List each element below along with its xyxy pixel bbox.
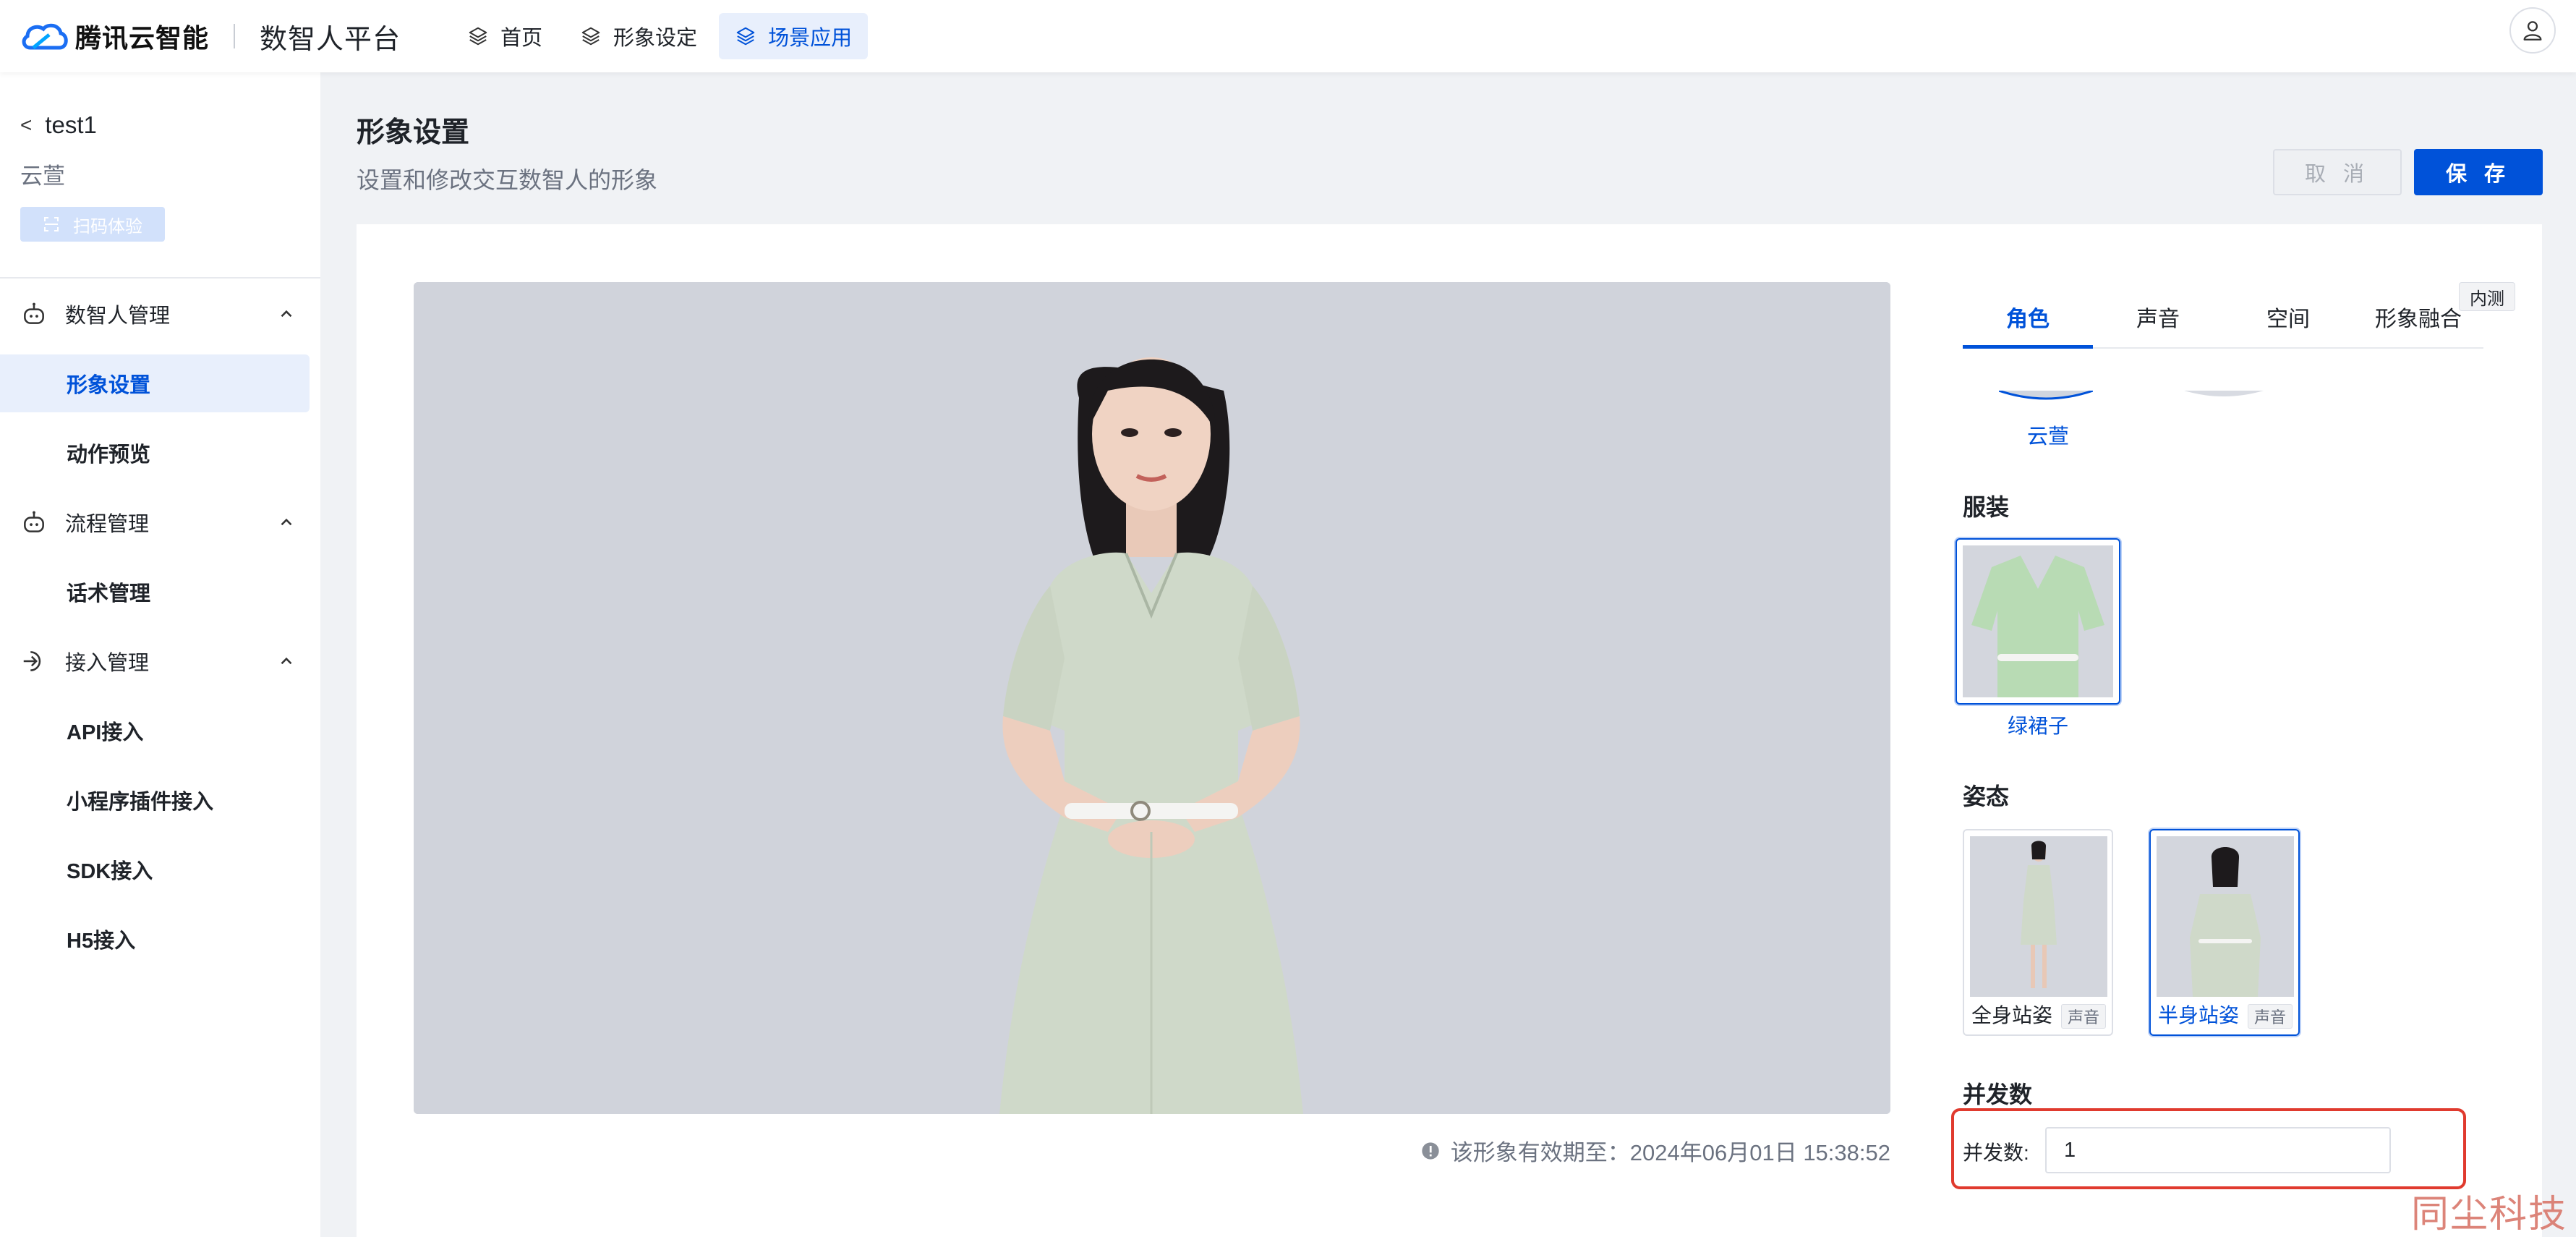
platform-name: 数智人平台 [260,24,401,55]
top-bar: 腾讯云智能 数智人平台 首页 形象设定 场景应用 [0,0,2576,72]
chevron-left-icon: < [20,114,33,136]
validity-notice: 该形象有效期至：2024年06月01日 15:38:52 [1396,1134,1890,1167]
voice-tag: 声音 [2247,1004,2293,1029]
back-to-project-link[interactable]: < test1 [20,111,97,139]
pose-option-full-body[interactable]: 全身站姿 声音 [1963,829,2113,1036]
sidebar-item-script-management[interactable]: 话术管理 [0,563,310,621]
project-name: test1 [45,111,97,138]
chevron-up-icon [281,310,292,318]
brand-name: 腾讯云智能 [75,23,210,53]
pose-option-half-body[interactable]: 半身站姿 声音 [2149,829,2300,1036]
user-avatar-button[interactable] [2509,7,2556,54]
role-list: 云萱 [1963,391,2483,449]
avatar-name: 云萱 [20,163,65,189]
watermark: 同尘科技 [2411,1193,2568,1236]
sidebar-divider [0,277,320,279]
menu-group-access-management[interactable]: 接入管理 [0,639,320,683]
concurrency-section-title: 并发数 [1963,1081,2033,1108]
nav-home[interactable]: 首页 [451,13,558,59]
sidebar-item-api-access[interactable]: API接入 [0,702,310,760]
voice-tag: 声音 [2060,1004,2106,1029]
page-title: 形象设置 [357,117,470,148]
digital-human-figure [414,282,1890,1114]
tencent-cloud-logo-icon [22,23,68,50]
active-tab-indicator [1963,345,2093,349]
scan-qr-button[interactable]: 扫码体验 [20,207,165,242]
half-body-pose-image [2157,836,2294,997]
green-dress-image [1963,545,2113,697]
nav-home-label: 首页 [500,27,543,50]
menu-group-label: 流程管理 [65,513,150,536]
sidebar-item-avatar-settings[interactable]: 形象设置 [0,354,310,412]
menu-group-avatar-management[interactable]: 数智人管理 [0,292,320,336]
top-nav: 首页 形象设定 场景应用 [451,0,874,72]
brand[interactable]: 腾讯云智能 数智人平台 [20,0,401,72]
full-body-pose-image [1970,836,2107,997]
validity-text: 该形象有效期至：2024年06月01日 15:38:52 [1450,1140,1890,1165]
settings-tabs: 角色 声音 空间 形象融合 [1963,282,2483,349]
tab-role[interactable]: 角色 [1963,301,2093,333]
role-thumbnail-edge[interactable] [2177,391,2271,401]
tab-space[interactable]: 空间 [2223,301,2353,333]
sidebar: < test1 云萱 扫码体验 数智人管理 形象设置 动作预览 流程管理 话术管… [0,72,320,1237]
role-name-selected[interactable]: 云萱 [1976,420,2120,449]
info-icon [1422,1142,1439,1160]
nav-scene-apps-label: 场景应用 [768,27,853,50]
cancel-button[interactable]: 取 消 [2273,149,2402,195]
pose-name: 全身站姿 [1971,1004,2053,1026]
nav-avatar-setup-label: 形象设定 [613,27,698,50]
costume-name: 绿裙子 [2007,715,2068,737]
robot-icon [24,511,44,532]
concurrency-input[interactable] [2045,1127,2391,1173]
pose-thumbnail [1970,836,2107,997]
pose-thumbnail [2157,836,2294,997]
robot-icon [24,302,44,324]
nav-scene-apps[interactable]: 场景应用 [719,13,869,59]
sidebar-item-miniprogram-access[interactable]: 小程序插件接入 [0,771,310,829]
chevron-up-icon [281,518,292,526]
concurrency-label: 并发数: [1963,1142,2029,1164]
scan-qr-label: 扫码体验 [73,216,142,237]
pose-section-title: 姿态 [1963,783,2010,809]
menu-group-label: 数智人管理 [65,305,171,328]
costume-option-green-dress[interactable] [1956,538,2120,705]
pose-name: 半身站姿 [2158,1004,2240,1026]
save-button[interactable]: 保 存 [2414,149,2543,195]
layers-icon [469,27,487,46]
costume-thumbnail [1963,545,2113,697]
costume-section-title: 服装 [1963,494,2010,520]
page-description: 设置和修改交互数智人的形象 [357,167,658,193]
brand-separator [234,24,236,48]
sidebar-item-h5-access[interactable]: H5接入 [0,910,310,968]
login-icon [23,651,41,671]
sidebar-item-sdk-access[interactable]: SDK接入 [0,841,310,898]
role-thumbnail-edge[interactable] [1999,391,2093,401]
scan-icon [44,217,59,231]
menu-group-flow-management[interactable]: 流程管理 [0,501,320,544]
nav-avatar-setup[interactable]: 形象设定 [564,13,713,59]
user-icon [2523,21,2542,41]
beta-badge: 内测 [2459,282,2515,311]
menu-group-label: 接入管理 [65,652,150,675]
avatar-preview [414,282,1890,1114]
chevron-up-icon [281,657,292,665]
tab-voice[interactable]: 声音 [2093,301,2223,333]
sidebar-item-motion-preview[interactable]: 动作预览 [0,424,310,482]
layers-icon [736,27,755,46]
layers-icon [581,27,600,46]
